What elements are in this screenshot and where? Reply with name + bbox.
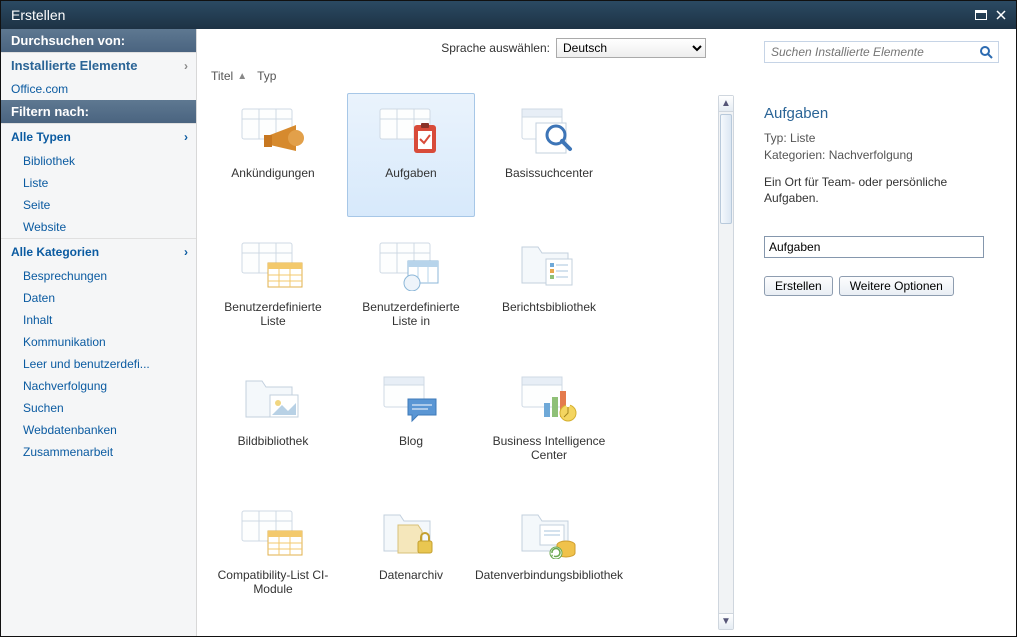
- chevron-right-icon: ›: [184, 59, 188, 73]
- sidebar-type-item[interactable]: Bibliothek: [1, 150, 196, 172]
- details-panel: Aufgaben Typ: Liste Kategorien: Nachverf…: [756, 29, 1016, 636]
- sidebar-all-categories[interactable]: Alle Kategorien ›: [1, 238, 196, 265]
- tile-image-library[interactable]: Bildbibliothek: [209, 361, 337, 485]
- megaphone-icon: [237, 100, 309, 162]
- sidebar-item-office[interactable]: Office.com: [1, 78, 196, 100]
- col-type[interactable]: Typ: [257, 69, 276, 83]
- filter-heading: Filtern nach:: [1, 100, 196, 123]
- custom-list-icon: [237, 234, 309, 296]
- tile-blog[interactable]: Blog: [347, 361, 475, 485]
- tile-datenarchiv[interactable]: Datenarchiv: [347, 495, 475, 619]
- image-library-icon: [237, 368, 309, 430]
- details-title: Aufgaben: [764, 105, 1004, 122]
- all-types-label: Alle Typen: [11, 130, 71, 144]
- sidebar-type-item[interactable]: Seite: [1, 194, 196, 216]
- cat-value: Nachverfolgung: [829, 148, 913, 162]
- browse-heading: Durchsuchen von:: [1, 29, 196, 52]
- report-library-icon: [513, 234, 585, 296]
- custom-list-icon: [237, 502, 309, 564]
- sidebar-category-item[interactable]: Zusammenarbeit: [1, 441, 196, 463]
- dialog-title: Erstellen: [11, 7, 65, 23]
- details-description: Ein Ort für Team- oder persönliche Aufga…: [764, 174, 1004, 206]
- sidebar-type-item[interactable]: Website: [1, 216, 196, 238]
- language-select[interactable]: Deutsch: [556, 38, 706, 58]
- clipboard-check-icon: [375, 100, 447, 162]
- create-button[interactable]: Erstellen: [764, 276, 833, 296]
- type-value: Liste: [790, 131, 815, 145]
- col-title[interactable]: Titel: [211, 69, 233, 83]
- tile-label: Benutzerdefinierte Liste: [214, 300, 332, 329]
- tile-label: Datenverbindungsbibliothek: [475, 568, 623, 582]
- tile-label: Blog: [399, 434, 423, 448]
- close-icon[interactable]: [992, 7, 1010, 23]
- tile-label: Berichtsbibliothek: [502, 300, 596, 314]
- more-options-button[interactable]: Weitere Optionen: [839, 276, 954, 296]
- sidebar-type-item[interactable]: Liste: [1, 172, 196, 194]
- tile-bi-center[interactable]: Business Intelligence Center: [485, 361, 613, 485]
- sidebar-category-item[interactable]: Webdatenbanken: [1, 419, 196, 441]
- tile-custom-list-in[interactable]: Benutzerdefinierte Liste in: [347, 227, 475, 351]
- tile-basissuchcenter[interactable]: Basissuchcenter: [485, 93, 613, 217]
- sidebar-category-item[interactable]: Nachverfolgung: [1, 375, 196, 397]
- bi-center-icon: [513, 368, 585, 430]
- sidebar-category-item[interactable]: Inhalt: [1, 309, 196, 331]
- tile-custom-list[interactable]: Benutzerdefinierte Liste: [209, 227, 337, 351]
- tile-data-connection[interactable]: Datenverbindungsbibliothek: [485, 495, 613, 619]
- details-meta: Typ: Liste Kategorien: Nachverfolgung: [764, 130, 1004, 164]
- main-panel: Sprache auswählen: Deutsch Titel ▲ Typ A…: [197, 29, 756, 636]
- language-label: Sprache auswählen:: [441, 41, 550, 55]
- tile-compat-list[interactable]: Compatibility-List CI-Module: [209, 495, 337, 619]
- scroll-thumb[interactable]: [720, 114, 732, 224]
- tile-ankuendigungen[interactable]: Ankündigungen: [209, 93, 337, 217]
- name-input[interactable]: [764, 236, 984, 258]
- search-box[interactable]: [764, 41, 999, 63]
- tile-aufgaben[interactable]: Aufgaben: [347, 93, 475, 217]
- tile-label: Bildbibliothek: [238, 434, 309, 448]
- blog-icon: [375, 368, 447, 430]
- scroll-down-icon[interactable]: ▼: [719, 613, 733, 629]
- dialog-titlebar: Erstellen: [1, 1, 1016, 29]
- tile-label: Datenarchiv: [379, 568, 443, 582]
- sidebar-category-item[interactable]: Daten: [1, 287, 196, 309]
- sidebar: Durchsuchen von: Installierte Elemente ›…: [1, 29, 197, 636]
- tile-label: Basissuchcenter: [505, 166, 593, 180]
- all-categories-label: Alle Kategorien: [11, 245, 99, 259]
- gallery-scrollbar[interactable]: ▲ ▼: [718, 95, 734, 630]
- sort-asc-icon: ▲: [237, 71, 247, 82]
- sidebar-all-types[interactable]: Alle Typen ›: [1, 123, 196, 150]
- tile-report-library[interactable]: Berichtsbibliothek: [485, 227, 613, 351]
- item-gallery: Ankündigungen Aufgaben Basissuchcenter: [197, 89, 716, 636]
- scroll-up-icon[interactable]: ▲: [719, 96, 733, 112]
- column-headers: Titel ▲ Typ: [197, 67, 756, 89]
- sidebar-category-item[interactable]: Suchen: [1, 397, 196, 419]
- chevron-right-icon: ›: [184, 130, 188, 144]
- chevron-right-icon: ›: [184, 245, 188, 259]
- archive-lock-icon: [375, 502, 447, 564]
- search-icon[interactable]: [978, 44, 994, 60]
- installed-label: Installierte Elemente: [11, 58, 137, 73]
- tile-label: Ankündigungen: [231, 166, 314, 180]
- tile-label: Compatibility-List CI-Module: [214, 568, 332, 597]
- tile-label: Business Intelligence Center: [490, 434, 608, 463]
- tile-label: Aufgaben: [385, 166, 436, 180]
- sidebar-category-item[interactable]: Besprechungen: [1, 265, 196, 287]
- data-connection-icon: [513, 502, 585, 564]
- custom-list-grid-icon: [375, 234, 447, 296]
- search-input[interactable]: [771, 45, 978, 59]
- sidebar-category-item[interactable]: Kommunikation: [1, 331, 196, 353]
- type-label: Typ:: [764, 131, 787, 145]
- cat-label: Kategorien:: [764, 148, 825, 162]
- maximize-icon[interactable]: [972, 7, 990, 23]
- magnifier-page-icon: [513, 100, 585, 162]
- sidebar-category-item[interactable]: Leer und benutzerdefi...: [1, 353, 196, 375]
- tile-label: Benutzerdefinierte Liste in: [352, 300, 470, 329]
- sidebar-item-installed[interactable]: Installierte Elemente ›: [1, 52, 196, 78]
